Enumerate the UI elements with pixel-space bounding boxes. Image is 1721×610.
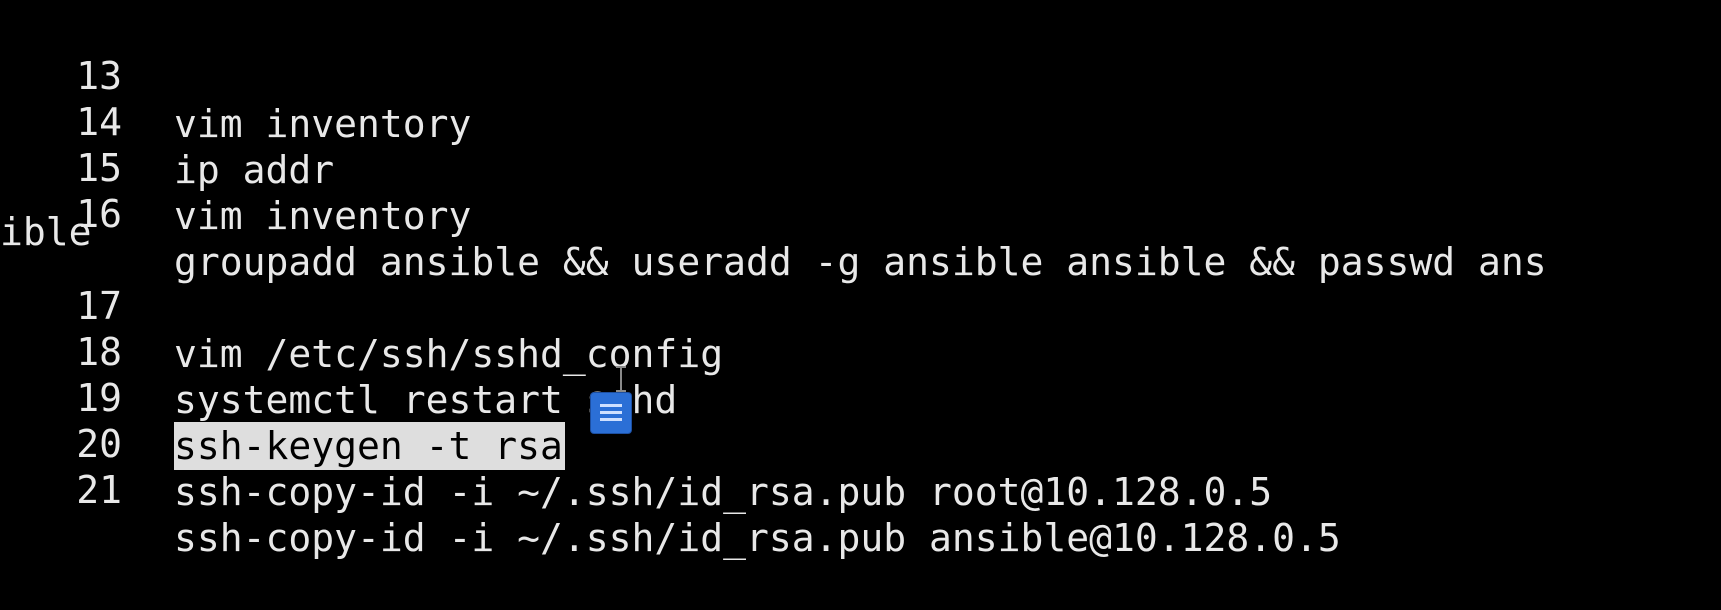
history-line-20: 20 ssh-copy-id -i ~/.ssh/id_rsa.pub root…: [0, 372, 1272, 514]
document-drag-icon[interactable]: [591, 393, 631, 433]
history-line-number: 21: [76, 468, 122, 512]
history-command: ip addr: [174, 148, 335, 192]
history-command: ssh-copy-id -i ~/.ssh/id_rsa.pub ansible…: [174, 516, 1341, 560]
selected-command-text[interactable]: ssh-keygen -t rsa: [174, 422, 565, 470]
history-line-17: 17 vim /etc/ssh/sshd_config: [0, 234, 723, 376]
history-line-21: 21 ssh-copy-id -i ~/.ssh/id_rsa.pub ansi…: [0, 418, 1341, 560]
history-command: vim /etc/ssh/sshd_config: [174, 332, 724, 376]
history-line-15: 15 vim inventory: [0, 96, 471, 238]
history-command: groupadd ansible && useradd -g ansible a…: [174, 240, 1547, 284]
history-line-18: 18 systemctl restart sshd: [0, 280, 677, 422]
history-line-19: 19 ssh-keygen -t rsa: [0, 326, 565, 470]
history-line-14: 14 ip addr: [0, 50, 334, 192]
text-ibeam-cursor-icon: [614, 366, 628, 392]
history-line-13: 13 vim inventory: [0, 4, 471, 146]
terminal-window[interactable]: 13 vim inventory 14 ip addr 15 vim inven…: [0, 0, 1721, 560]
history-command: ssh-copy-id -i ~/.ssh/id_rsa.pub root@10…: [174, 470, 1273, 514]
history-command: vim inventory: [174, 102, 472, 146]
history-command: vim inventory: [174, 194, 472, 238]
history-line-16: 16 groupadd ansible && useradd -g ansibl…: [0, 142, 1546, 284]
